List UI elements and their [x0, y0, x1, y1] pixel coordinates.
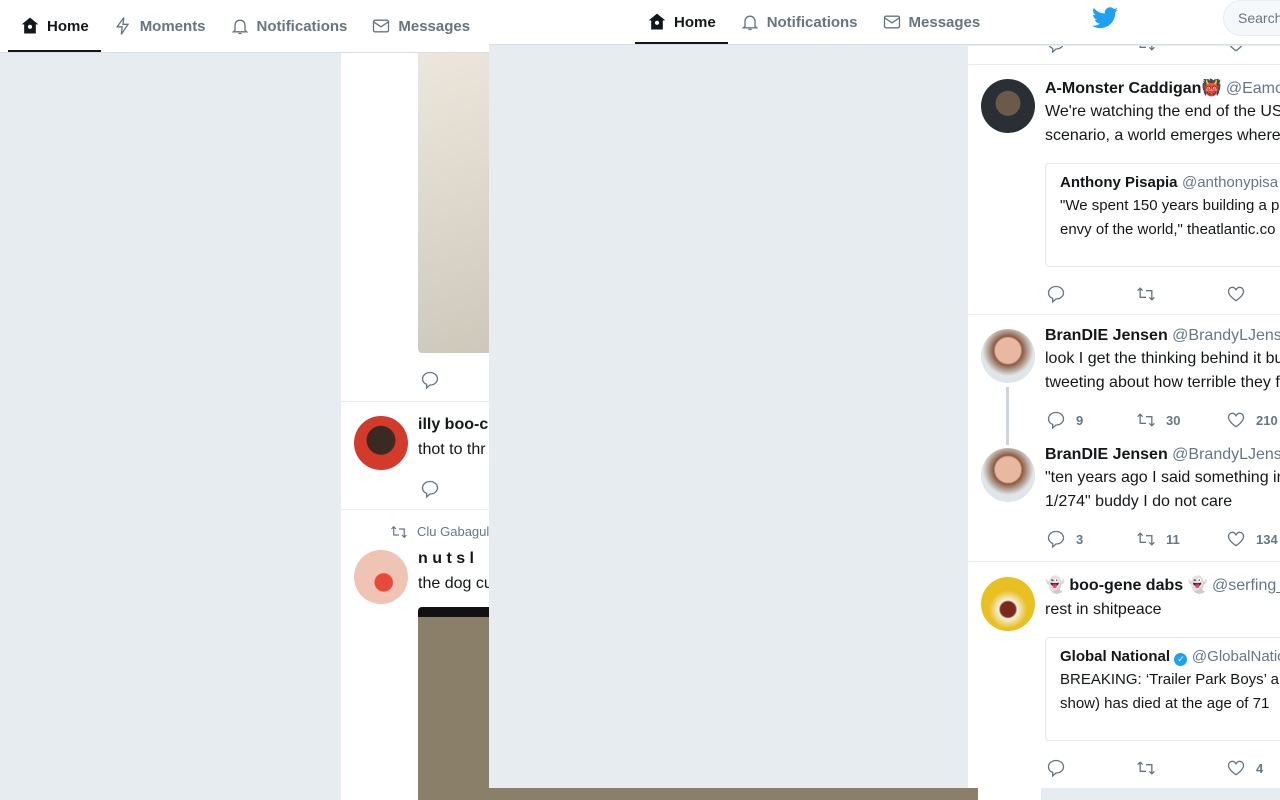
like-icon[interactable] — [1226, 758, 1246, 778]
nav-tab-home[interactable]: Home — [8, 0, 101, 52]
nav-tab-notifications[interactable]: Notifications — [218, 0, 360, 52]
reply-icon[interactable] — [420, 479, 440, 499]
avatar[interactable] — [981, 577, 1035, 631]
tweet-handle[interactable]: @BrandyLJensen — [1172, 327, 1280, 344]
front-top-nav: Home Notifications Messages Search — [489, 0, 1280, 45]
tweet-author[interactable]: illy boo-c — [418, 416, 488, 434]
tweet: A-Monster Caddigan👹 @Eamon We're watchin… — [968, 65, 1280, 315]
tweet-handle[interactable]: @Eamon — [1226, 80, 1280, 97]
avatar[interactable] — [354, 416, 408, 470]
thread-line — [1006, 387, 1009, 445]
reply-icon[interactable] — [1046, 284, 1066, 304]
tweet-thread: BranDIE Jensen @BrandyLJensen look I get… — [968, 315, 1280, 562]
avatar[interactable] — [981, 79, 1035, 133]
retweet-icon[interactable] — [1136, 46, 1156, 54]
tweet-author[interactable]: A-Monster Caddigan👹 — [1045, 80, 1221, 97]
retweet-icon[interactable] — [1136, 758, 1156, 778]
nav-tab-moments[interactable]: Moments — [101, 0, 218, 52]
lightning-icon — [113, 16, 133, 36]
reply-icon[interactable] — [1046, 529, 1066, 549]
retweet-icon — [390, 523, 408, 541]
tweet: 👻 boo-gene dabs 👻 @serfing_ rest in shit… — [968, 562, 1280, 788]
avatar[interactable] — [981, 448, 1035, 502]
like-count: 4 — [1256, 760, 1264, 776]
like-icon[interactable] — [1226, 46, 1246, 54]
tweet-author[interactable]: 👻 boo-gene dabs 👻 — [1045, 577, 1208, 594]
tweet-author[interactable]: BranDIE Jensen — [1045, 446, 1168, 463]
like-icon[interactable] — [1226, 284, 1246, 304]
like-count: 134 — [1256, 531, 1278, 547]
tweet-text: We're watching the end of the USA scenari… — [1045, 103, 1280, 144]
nav-tab-home[interactable]: Home — [635, 0, 728, 44]
retweet-icon[interactable] — [1136, 284, 1156, 304]
tweet-handle[interactable]: @serfing_ — [1212, 577, 1280, 594]
reply-count: 3 — [1076, 531, 1084, 547]
nav-tab-messages[interactable]: Messages — [359, 0, 482, 52]
reply-icon[interactable] — [1046, 758, 1066, 778]
tweet-text: thot to thr — [418, 441, 486, 458]
tweet-text: "ten years ago I said something in 1/274"… — [1045, 469, 1280, 510]
search-input[interactable]: Search — [1223, 0, 1280, 36]
tweet-partial — [968, 46, 1280, 65]
reply-count: 9 — [1076, 412, 1084, 428]
reply-icon[interactable] — [420, 370, 440, 390]
envelope-icon — [882, 12, 902, 32]
twitter-bird-icon[interactable] — [1092, 7, 1118, 29]
reply-icon[interactable] — [1046, 410, 1066, 430]
front-timeline: A-Monster Caddigan👹 @Eamon We're watchin… — [968, 46, 1280, 788]
quoted-tweet[interactable]: Anthony Pisapia @anthonypisa "We spent 1… — [1045, 163, 1280, 267]
tweet-author[interactable]: BranDIE Jensen — [1045, 327, 1168, 344]
like-icon[interactable] — [1226, 529, 1246, 549]
tweet-handle[interactable]: @BrandyLJensen — [1172, 446, 1280, 463]
avatar[interactable] — [354, 550, 408, 604]
retweet-count: 11 — [1166, 531, 1180, 547]
quoted-tweet[interactable]: Global National ✓ @GlobalNatio BREAKING:… — [1045, 637, 1280, 741]
bell-icon — [230, 16, 250, 36]
like-icon[interactable] — [1226, 410, 1246, 430]
retweet-icon[interactable] — [1136, 529, 1156, 549]
home-icon — [647, 12, 667, 32]
tweet-text: rest in shitpeace — [1045, 601, 1162, 618]
like-count: 210 — [1256, 412, 1278, 428]
tweet-text: look I get the thinking behind it bu twee… — [1045, 350, 1280, 391]
envelope-icon — [371, 16, 391, 36]
avatar[interactable] — [981, 329, 1035, 383]
retweet-count: 30 — [1166, 412, 1181, 428]
bell-icon — [740, 12, 760, 32]
tweet-text: the dog cu — [418, 575, 493, 592]
nav-tab-notifications[interactable]: Notifications — [728, 0, 870, 44]
home-icon — [20, 16, 40, 36]
reply-icon[interactable] — [1046, 46, 1066, 54]
retweeted-by[interactable]: Clu Gabagul — [417, 524, 489, 539]
verified-badge-icon: ✓ — [1174, 653, 1188, 666]
retweet-icon[interactable] — [1136, 410, 1156, 430]
tweet-author[interactable]: n u t s l — [418, 550, 474, 568]
front-browser-window: Home Notifications Messages Search A-Mon… — [489, 0, 1280, 788]
nav-tab-messages[interactable]: Messages — [870, 0, 993, 44]
